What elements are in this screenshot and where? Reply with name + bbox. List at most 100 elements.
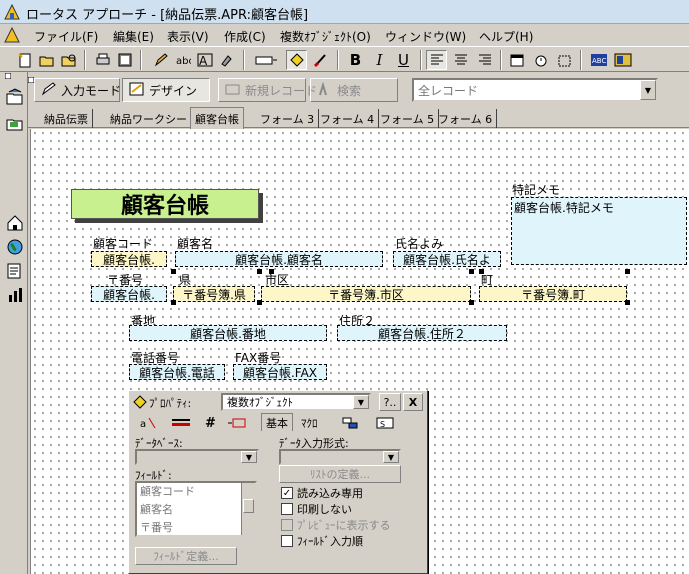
- menu-file[interactable]: ファイル(F): [34, 28, 98, 45]
- menu-view[interactable]: 表示(V): [167, 28, 209, 45]
- dotted-frame-icon[interactable]: [554, 50, 575, 70]
- tab-delivery-worksheet[interactable]: 納品ワークシート: [106, 109, 203, 128]
- field-input-order-checkbox[interactable]: ﾌｨｰﾙﾄﾞ入力順: [281, 533, 363, 549]
- text-tool-icon[interactable]: A: [194, 50, 215, 70]
- brush-icon[interactable]: [310, 50, 331, 70]
- preview-icon[interactable]: [114, 50, 135, 70]
- tab-line-icon[interactable]: [171, 415, 193, 431]
- field-memo[interactable]: 顧客台帳.特記メモ: [511, 197, 687, 265]
- selection-handle[interactable]: [257, 300, 262, 305]
- home-icon[interactable]: [4, 212, 26, 234]
- scrollbar-thumb[interactable]: [243, 499, 254, 513]
- calendar-icon[interactable]: [506, 50, 527, 70]
- tab-form-5[interactable]: フォーム 5: [376, 109, 440, 128]
- tab-form-6[interactable]: フォーム 6: [434, 109, 498, 128]
- document-icon[interactable]: [4, 26, 20, 46]
- bold-button[interactable]: B: [345, 50, 366, 70]
- chart-icon[interactable]: [4, 284, 26, 306]
- text-style-icon[interactable]: abc: [172, 50, 193, 70]
- tab-font-icon[interactable]: a: [139, 415, 159, 431]
- close-button[interactable]: X: [403, 393, 423, 411]
- open-folder-icon[interactable]: [36, 50, 57, 70]
- tab-form-3[interactable]: フォーム 3: [256, 109, 320, 128]
- input-mode-button[interactable]: 入力モード: [34, 78, 121, 102]
- new-file-icon[interactable]: [14, 50, 35, 70]
- field-city[interactable]: 〒番号簿.市区: [261, 286, 471, 302]
- list-item[interactable]: 顧客名: [137, 501, 255, 519]
- tab-grouping-icon[interactable]: [341, 415, 363, 431]
- field-tool-icon[interactable]: [252, 50, 280, 70]
- globe-icon[interactable]: [4, 236, 26, 258]
- print-icon[interactable]: [92, 50, 113, 70]
- field-list-scrollbar[interactable]: [241, 483, 255, 535]
- tab-macro[interactable]: ﾏｸﾛ: [301, 415, 318, 431]
- chevron-down-icon[interactable]: ▼: [383, 451, 399, 463]
- field-address2[interactable]: 顧客台帳.住所２: [337, 325, 507, 341]
- selection-handle[interactable]: [469, 300, 474, 305]
- align-left-icon[interactable]: [426, 50, 447, 70]
- label-customer-code[interactable]: 顧客コード: [93, 235, 153, 252]
- field-phone[interactable]: 顧客台帳.電話: [129, 364, 225, 380]
- list-definition-button[interactable]: ﾘｽﾄの定義...: [279, 465, 401, 483]
- edit-pencil-icon[interactable]: [150, 50, 171, 70]
- field-fax[interactable]: 顧客台帳.FAX: [233, 364, 327, 380]
- object-type-select[interactable]: 複数ｵﾌﾞｼﾞｪｸﾄ ▼: [221, 393, 371, 411]
- tab-form-4[interactable]: フォーム 4: [316, 109, 380, 128]
- underline-button[interactable]: U: [393, 50, 414, 70]
- selection-handle[interactable]: [625, 300, 630, 305]
- form-title[interactable]: 顧客台帳: [71, 189, 259, 219]
- list-item[interactable]: 顧客コード: [137, 483, 255, 501]
- selection-handle[interactable]: [269, 269, 274, 274]
- menu-edit[interactable]: 編集(E): [113, 28, 154, 45]
- design-button[interactable]: デザイン: [122, 78, 210, 102]
- tab-style-icon[interactable]: S: [375, 415, 397, 431]
- input-format-select[interactable]: ▼: [279, 449, 401, 465]
- multiple-object-icon[interactable]: [286, 50, 307, 70]
- properties-palette[interactable]: ﾌﾟﾛﾊﾟﾃｨ: 複数ｵﾌﾞｼﾞｪｸﾄ ▼ ?.. X a # 基本 ﾏｸﾛ S…: [128, 390, 428, 574]
- field-town[interactable]: 〒番号簿.町: [479, 286, 627, 302]
- field-list[interactable]: 顧客コード 顧客名 〒番号 番地: [135, 481, 257, 537]
- report-icon[interactable]: [4, 260, 26, 282]
- field-customer-code[interactable]: 顧客台帳.: [91, 251, 167, 267]
- list-item[interactable]: 〒番号: [137, 519, 255, 535]
- palette-title-bar[interactable]: ﾌﾟﾛﾊﾟﾃｨ: 複数ｵﾌﾞｼﾞｪｸﾄ ▼ ?.. X: [131, 393, 425, 411]
- tab-customer-ledger[interactable]: 顧客台帳: [190, 107, 244, 129]
- paint-icon[interactable]: [216, 50, 237, 70]
- selection-handle[interactable]: [257, 269, 262, 274]
- smart-icon[interactable]: [612, 50, 633, 70]
- label-name-reading[interactable]: 氏名よみ: [395, 235, 443, 252]
- tab-number-format-icon[interactable]: #: [205, 415, 216, 431]
- search-button[interactable]: 検索: [310, 78, 398, 102]
- selection-handle[interactable]: [479, 269, 484, 274]
- field-name-reading[interactable]: 顧客台帳.氏名よ: [393, 251, 501, 267]
- chevron-down-icon[interactable]: ▼: [353, 395, 369, 409]
- field-street-number[interactable]: 顧客台帳.番地: [129, 325, 327, 341]
- field-postal[interactable]: 顧客台帳.: [91, 286, 167, 302]
- tab-basic[interactable]: 基本: [261, 413, 293, 431]
- selection-handle[interactable]: [171, 269, 176, 274]
- read-only-checkbox[interactable]: ✓ 読み込み専用: [281, 485, 363, 501]
- folder-search-icon[interactable]: [58, 50, 79, 70]
- menu-window[interactable]: ウィンドウ(W): [385, 28, 466, 45]
- chevron-down-icon[interactable]: ▼: [241, 451, 257, 463]
- tab-delivery-slip[interactable]: 納品伝票: [40, 109, 93, 128]
- show-in-preview-checkbox[interactable]: ﾌﾟﾚﾋﾞｭｰに表示する: [281, 517, 391, 533]
- field-definition-button[interactable]: ﾌｨｰﾙﾄﾞ定義...: [135, 547, 237, 565]
- timer-icon[interactable]: [530, 50, 551, 70]
- label-customer-name[interactable]: 顧客名: [177, 235, 213, 252]
- label-memo[interactable]: 特記メモ: [512, 181, 560, 198]
- browse-folder-icon[interactable]: [4, 86, 26, 108]
- italic-button[interactable]: I: [369, 50, 390, 70]
- align-center-icon[interactable]: [450, 50, 471, 70]
- chevron-down-icon[interactable]: ▼: [640, 80, 656, 100]
- record-filter-select[interactable]: 全レコード ▼: [412, 78, 658, 102]
- new-record-button[interactable]: 新規レコード: [218, 78, 317, 102]
- menu-help[interactable]: ヘルプ(H): [479, 28, 533, 45]
- help-button[interactable]: ?..: [379, 393, 401, 411]
- abc-icon[interactable]: ABC: [588, 50, 609, 70]
- database-select[interactable]: ▼: [135, 449, 259, 465]
- selection-handle[interactable]: [625, 269, 630, 274]
- design-folder-icon[interactable]: [4, 112, 26, 134]
- no-print-checkbox[interactable]: 印刷しない: [281, 501, 352, 517]
- field-customer-name[interactable]: 顧客台帳.顧客名: [175, 251, 383, 267]
